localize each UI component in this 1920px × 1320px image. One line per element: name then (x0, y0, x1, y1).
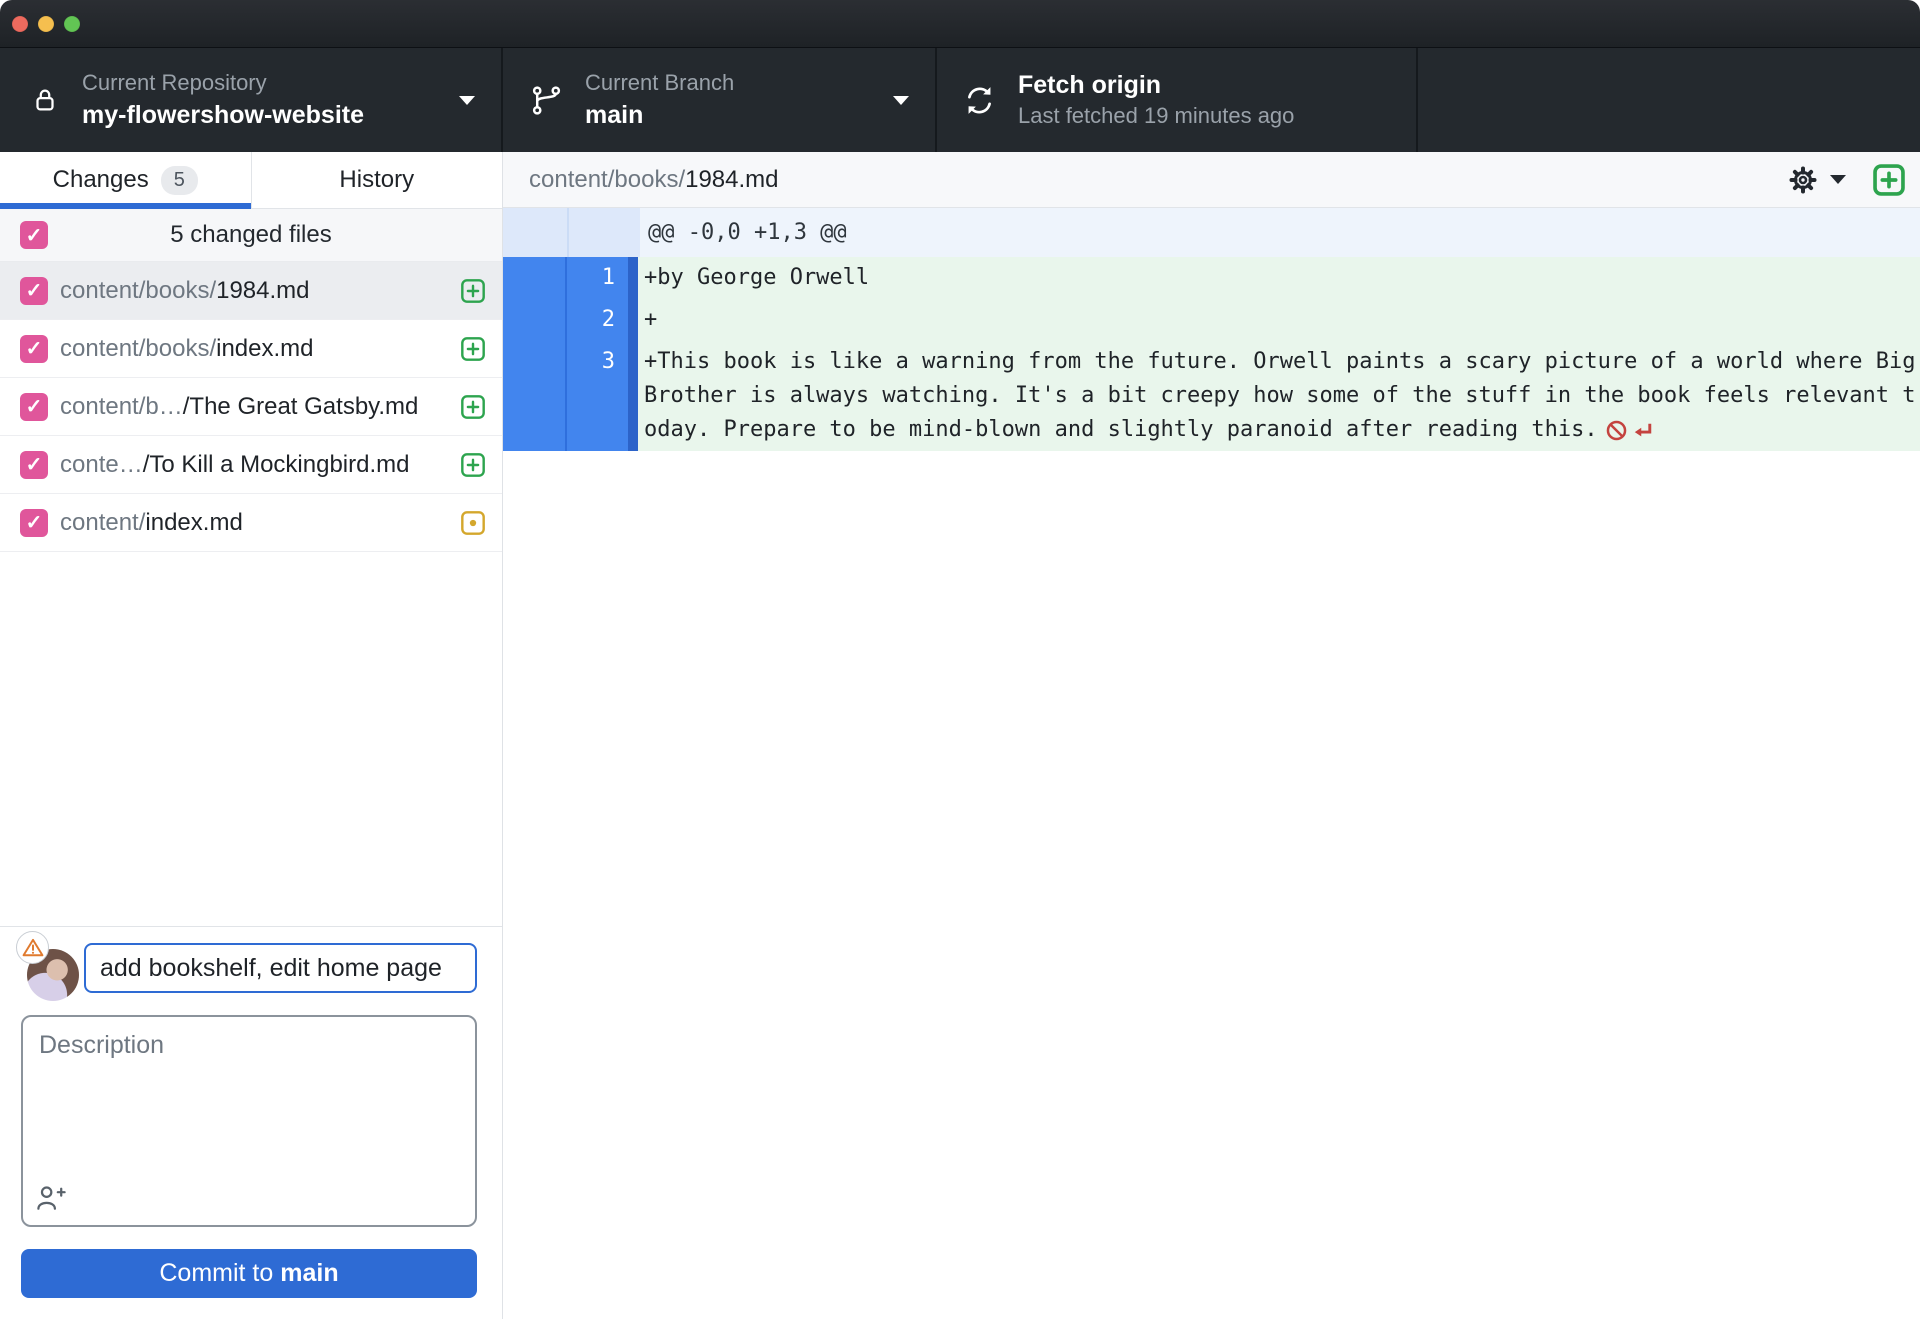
select-all-checkbox[interactable]: ✓ (20, 221, 48, 249)
file-name: /To Kill a Mockingbird.md (142, 450, 410, 478)
file-row[interactable]: ✓ content/index.md (0, 494, 502, 552)
file-modified-icon (460, 510, 486, 536)
tab-history-label: History (339, 166, 415, 193)
old-line-number-cell[interactable] (503, 341, 567, 451)
commit-description-input[interactable] (23, 1017, 475, 1177)
zoom-window-button[interactable] (64, 16, 80, 32)
new-line-number-cell[interactable]: 2 (567, 299, 628, 341)
changed-files-header: ✓ 5 changed files (0, 209, 502, 262)
sidebar-tabs: Changes 5 History (0, 152, 502, 209)
file-path-prefix: content/books/ (60, 334, 217, 362)
add-coauthor-icon[interactable] (35, 1182, 68, 1215)
fetch-title: Fetch origin (1018, 71, 1162, 100)
file-checkbox[interactable]: ✓ (20, 392, 48, 421)
diff-file-path: content/books/1984.md (529, 166, 1785, 194)
file-checkbox[interactable]: ✓ (20, 450, 48, 479)
added-line-text: +by George Orwell (638, 257, 1920, 299)
file-path-prefix: content/ (60, 508, 146, 536)
diff-line: 2 + (503, 299, 1920, 341)
file-checkbox[interactable]: ✓ (20, 334, 48, 363)
file-added-icon (460, 394, 486, 420)
chevron-down-icon (459, 96, 475, 105)
old-line-number-cell[interactable] (503, 299, 567, 341)
file-row[interactable]: ✓ conte…/To Kill a Mockingbird.md (0, 436, 502, 494)
added-line-text: + (638, 299, 1920, 341)
chevron-down-icon (1830, 175, 1846, 184)
commit-button-label: Commit to (159, 1259, 274, 1287)
changed-files-count: 5 changed files (170, 221, 332, 248)
commit-panel: Commit to main (0, 926, 502, 1319)
file-name: index.md (216, 334, 314, 362)
current-repository-dropdown[interactable]: Current Repository my-flowershow-website (0, 48, 503, 152)
lock-icon (30, 85, 60, 115)
file-added-icon (460, 452, 486, 478)
tab-history[interactable]: History (250, 152, 503, 208)
repository-label: Current Repository (82, 70, 267, 96)
gear-icon (1785, 162, 1821, 198)
hunk-header-text: @@ -0,0 +1,3 @@ (640, 208, 1920, 257)
file-path-prefix: content/b… (60, 392, 183, 420)
included-line-strip (628, 341, 638, 451)
diff-body: @@ -0,0 +1,3 @@ 1 +by George Orwell 2 + (503, 208, 1920, 1319)
file-checkbox[interactable]: ✓ (20, 508, 48, 537)
file-name: /The Great Gatsby.md (182, 392, 419, 420)
commit-description-box (21, 1015, 477, 1227)
new-line-number-cell[interactable]: 3 (567, 341, 628, 451)
file-name: index.md (145, 508, 243, 536)
tab-changes-label: Changes (52, 166, 149, 193)
no-newline-marker (1604, 418, 1655, 443)
included-line-strip (628, 257, 638, 299)
file-path-prefix: content/books/ (60, 276, 217, 304)
commit-button-branch: main (280, 1259, 339, 1287)
toolbar: Current Repository my-flowershow-website… (0, 48, 1920, 152)
diff-options-button[interactable] (1785, 162, 1846, 198)
file-list-empty-space (0, 552, 502, 926)
fetch-subtitle: Last fetched 19 minutes ago (1018, 103, 1295, 129)
file-row[interactable]: ✓ content/books/1984.md (0, 262, 502, 320)
file-checkbox[interactable]: ✓ (20, 276, 48, 305)
branch-label: Current Branch (585, 70, 735, 96)
diff-pane: content/books/1984.md @@ -0,0 +1,3 @@ 1 … (503, 152, 1920, 1319)
file-row[interactable]: ✓ content/b…/The Great Gatsby.md (0, 378, 502, 436)
warning-icon (16, 931, 49, 964)
file-path-prefix: conte… (60, 450, 143, 478)
new-line-number-cell[interactable]: 1 (567, 257, 628, 299)
changes-count-badge: 5 (160, 165, 198, 195)
chevron-down-icon (893, 96, 909, 105)
commit-summary-input[interactable] (84, 943, 477, 993)
diff-path-prefix: content/books/ (529, 165, 686, 193)
old-line-number-cell[interactable] (503, 257, 567, 299)
git-branch-icon (530, 84, 563, 117)
close-window-button[interactable] (12, 16, 28, 32)
no-entry-icon (1606, 420, 1626, 440)
return-arrow-icon (1634, 423, 1651, 436)
expand-diff-button[interactable] (1872, 163, 1906, 197)
branch-name: main (585, 100, 644, 129)
included-line-strip (628, 299, 638, 341)
diff-line: 1 +by George Orwell (503, 257, 1920, 299)
file-added-icon (460, 336, 486, 362)
commit-button[interactable]: Commit to main (21, 1249, 477, 1298)
hunk-header-row: @@ -0,0 +1,3 @@ (503, 208, 1920, 257)
sidebar: Changes 5 History ✓ 5 changed files ✓ co… (0, 152, 503, 1319)
file-added-icon (460, 278, 486, 304)
added-line-text: +This book is like a warning from the fu… (638, 341, 1920, 451)
diff-file-name: 1984.md (685, 165, 779, 193)
diff-file-header: content/books/1984.md (503, 152, 1920, 208)
minimize-window-button[interactable] (38, 16, 54, 32)
titlebar (0, 0, 1920, 48)
toolbar-filler (1418, 48, 1920, 152)
added-line-text-content: +This book is like a warning from the fu… (644, 349, 1916, 442)
file-name: 1984.md (216, 276, 310, 304)
hunk-gutter (503, 208, 640, 257)
file-row[interactable]: ✓ content/books/index.md (0, 320, 502, 378)
diff-line: 3 +This book is like a warning from the … (503, 341, 1920, 451)
app-window: Current Repository my-flowershow-website… (0, 0, 1920, 1320)
current-branch-dropdown[interactable]: Current Branch main (503, 48, 937, 152)
tab-changes[interactable]: Changes 5 (0, 152, 251, 209)
repository-name: my-flowershow-website (82, 100, 364, 129)
fetch-origin-button[interactable]: Fetch origin Last fetched 19 minutes ago (937, 48, 1418, 152)
sync-icon (963, 84, 996, 117)
